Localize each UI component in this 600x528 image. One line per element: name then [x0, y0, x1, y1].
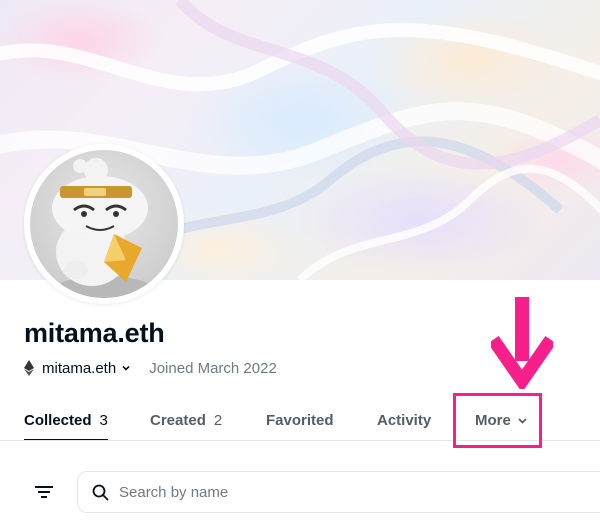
avatar-image: [30, 150, 178, 298]
tab-collected[interactable]: Collected 3: [24, 400, 108, 441]
filter-button[interactable]: [24, 478, 64, 506]
tab-activity[interactable]: Activity: [377, 400, 432, 440]
tab-favorited[interactable]: Favorited: [266, 400, 334, 440]
mascot-illustration: [52, 158, 154, 298]
ethereum-icon: [24, 360, 34, 376]
tab-created[interactable]: Created 2: [150, 400, 224, 440]
tab-label: Activity: [377, 411, 432, 429]
profile-tabs: Collected 3 Created 2 Favorited Activity…: [24, 400, 528, 441]
filter-lines-icon: [35, 486, 53, 498]
tab-count: 2: [213, 411, 223, 429]
tab-label: Created: [150, 411, 206, 429]
joined-date: Joined March 2022: [149, 359, 277, 377]
tab-label: Collected: [24, 411, 92, 429]
down-arrow-icon: [491, 297, 553, 389]
profile-avatar[interactable]: [24, 144, 184, 304]
tabs-divider: [0, 440, 600, 441]
chevron-down-icon: [517, 415, 528, 426]
tab-label: Favorited: [266, 411, 334, 429]
profile-name: mitama.eth: [24, 318, 165, 348]
search-input[interactable]: [119, 483, 499, 501]
profile-meta: mitama.eth Joined March 2022: [24, 357, 277, 379]
wallet-address[interactable]: mitama.eth: [42, 360, 116, 377]
search-box[interactable]: [77, 471, 600, 513]
tab-count: 3: [99, 411, 108, 429]
chevron-down-icon[interactable]: [121, 363, 131, 373]
tab-more[interactable]: More: [475, 400, 528, 440]
tab-label: More: [475, 411, 511, 429]
search-icon: [92, 484, 109, 501]
